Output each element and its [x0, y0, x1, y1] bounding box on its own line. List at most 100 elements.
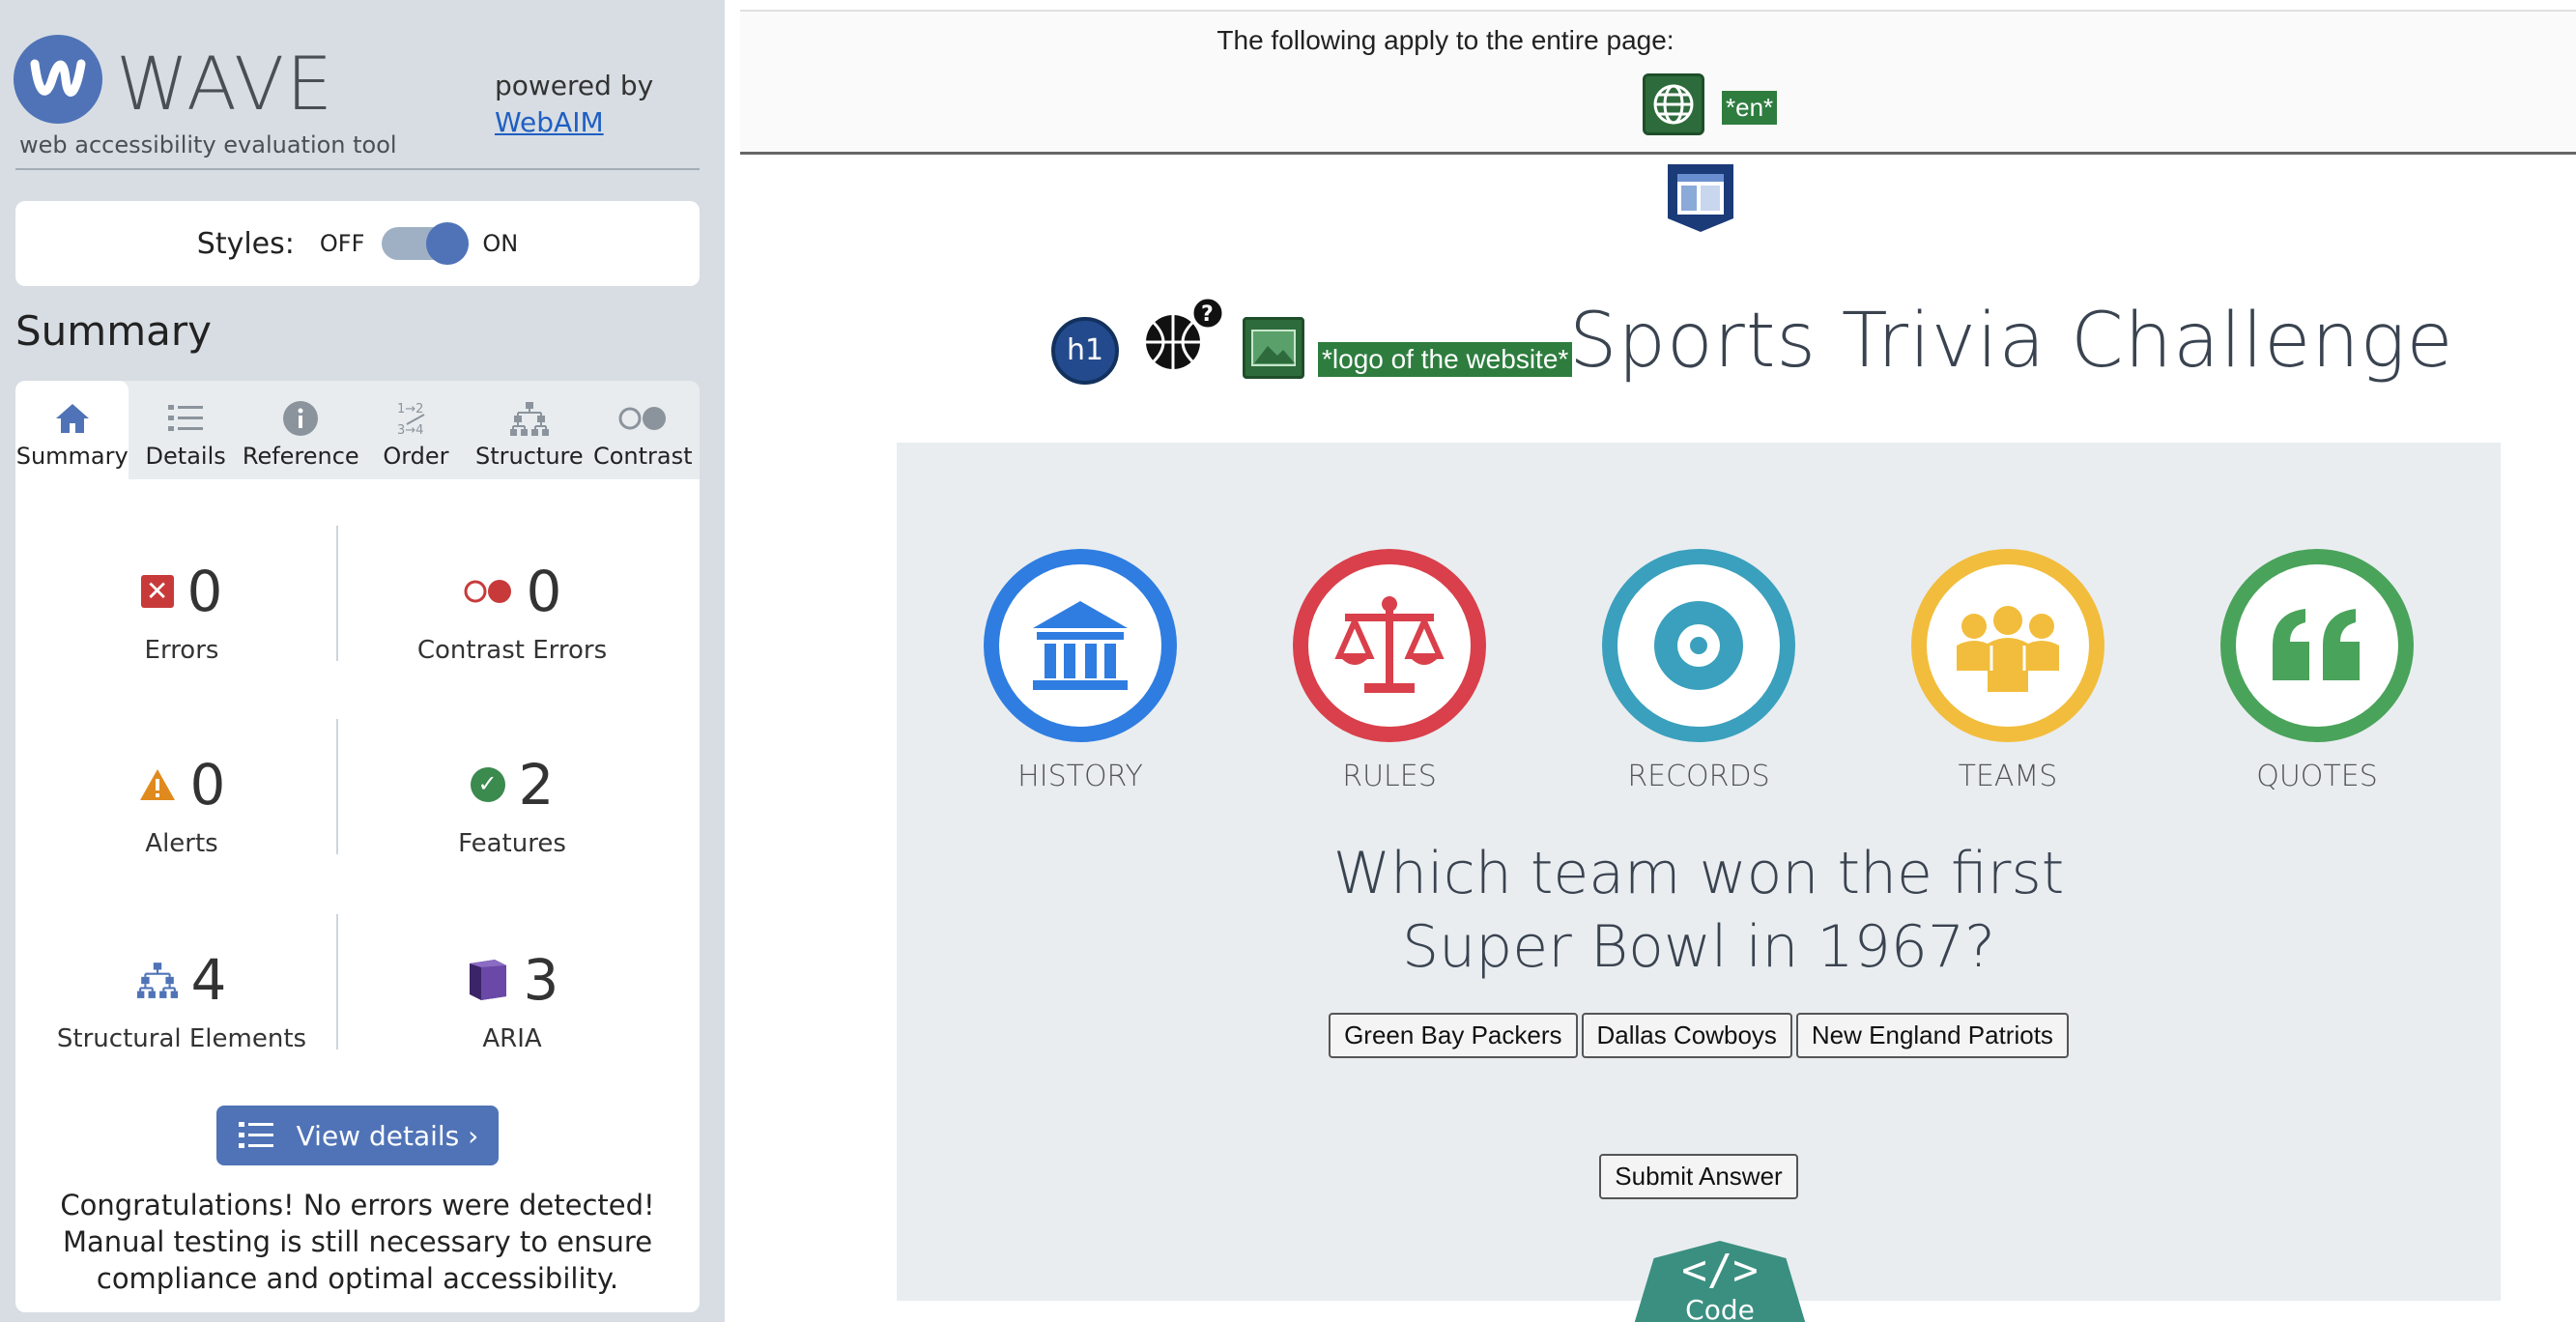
view-details-button[interactable]: View details › — [216, 1106, 499, 1165]
contrast-errors-count: 0 — [526, 559, 562, 624]
divider — [336, 914, 338, 1049]
tab-structure[interactable]: Structure — [472, 381, 586, 479]
submit-row: Submit Answer — [897, 1154, 2501, 1199]
people-icon — [1911, 549, 2104, 742]
divider — [336, 526, 338, 661]
styles-label: Styles: — [196, 226, 295, 261]
category-label: HISTORY — [1017, 760, 1143, 793]
alerts-label: Alerts — [145, 829, 218, 858]
category-label: QUOTES — [2256, 760, 2378, 793]
toggle-off-label: OFF — [319, 230, 365, 257]
category-quotes[interactable]: QUOTES — [2220, 549, 2414, 793]
aria-cube-icon — [469, 960, 506, 1000]
stat-contrast-errors[interactable]: 0 Contrast Errors — [358, 559, 667, 665]
list-icon — [166, 394, 205, 443]
stat-errors[interactable]: ✕ 0 Errors — [27, 559, 336, 665]
tab-details[interactable]: Details — [129, 381, 242, 479]
tab-reference[interactable]: Reference — [243, 381, 359, 479]
panel-tabs: Summary Details Reference 1→2 3→4 Order S… — [15, 381, 700, 479]
structure-icon — [136, 963, 178, 998]
target-icon — [1602, 549, 1795, 742]
tab-label: Reference — [242, 443, 359, 470]
category-label: TEAMS — [1958, 760, 2058, 793]
wave-tagline: web accessibility evaluation tool — [19, 131, 397, 158]
svg-text:?: ? — [1201, 302, 1214, 327]
evaluated-page: The following apply to the entire page: … — [740, 0, 2576, 1322]
summary-heading: Summary — [15, 307, 212, 355]
stat-structural-elements[interactable]: 4 Structural Elements — [27, 947, 336, 1053]
errors-label: Errors — [144, 636, 219, 665]
page-level-annotations: The following apply to the entire page: … — [740, 10, 2576, 155]
error-icon: ✕ — [140, 575, 174, 608]
powered-by-text: powered by — [495, 70, 654, 101]
tab-summary[interactable]: Summary — [15, 381, 129, 479]
tab-label: Structure — [475, 443, 584, 470]
features-count: 2 — [518, 752, 555, 818]
wave-sidebar: WAVE web accessibility evaluation tool p… — [0, 0, 725, 1322]
submit-answer-button[interactable]: Submit Answer — [1599, 1154, 1798, 1199]
page-title: Sports Trivia Challenge — [1569, 298, 2454, 385]
answer-button[interactable]: Dallas Cowboys — [1581, 1013, 1792, 1058]
aria-label: ARIA — [482, 1024, 542, 1053]
category-records[interactable]: RECORDS — [1602, 549, 1795, 793]
toggle-knob[interactable] — [426, 222, 470, 265]
contrast-error-icon — [464, 580, 511, 603]
stat-alerts[interactable]: 0 Alerts — [27, 752, 336, 858]
wave-brand: WAVE — [116, 41, 335, 127]
answer-button[interactable]: New England Patriots — [1795, 1013, 2069, 1058]
webaim-link[interactable]: WebAIM — [495, 106, 604, 138]
question-line: Super Bowl in 1967? — [1402, 913, 1995, 981]
category-label: RULES — [1342, 760, 1437, 793]
errors-count: 0 — [186, 559, 223, 624]
image-icon[interactable] — [1243, 317, 1304, 379]
view-details-label: View details › — [296, 1119, 479, 1152]
toggle-on-label: ON — [482, 230, 519, 257]
contrast-icon — [617, 394, 668, 443]
globe-icon[interactable] — [1643, 73, 1704, 135]
structural-label: Structural Elements — [56, 1024, 307, 1053]
region-landmark-icon[interactable] — [1666, 162, 1735, 234]
trivia-question: Which team won the first Super Bowl in 1… — [897, 837, 2501, 984]
language-tag: *en* — [1722, 91, 1778, 125]
answer-button[interactable]: Green Bay Packers — [1329, 1013, 1578, 1058]
styles-toggle[interactable] — [382, 222, 470, 265]
styles-toggle-box: Styles: OFF ON — [15, 201, 700, 286]
congrats-message: Congratulations! No errors were detected… — [60, 1189, 655, 1295]
tab-contrast[interactable]: Contrast — [587, 381, 700, 479]
h1-heading-icon[interactable]: h1 — [1051, 317, 1119, 385]
answer-options: Green Bay Packers Dallas Cowboys New Eng… — [897, 1013, 2501, 1058]
tab-label: Order — [383, 443, 449, 470]
stat-aria[interactable]: 3 ARIA — [358, 947, 667, 1053]
category-teams[interactable]: TEAMS — [1911, 549, 2104, 793]
tab-label: Summary — [15, 443, 129, 470]
category-rules[interactable]: RULES — [1293, 549, 1486, 793]
page-note: The following apply to the entire page: — [1216, 25, 1674, 55]
order-icon: 1→2 3→4 — [395, 394, 436, 443]
stat-features[interactable]: ✓ 2 Features — [358, 752, 667, 858]
quiz-section: HISTORY RULES RECORDS TEAMS QUOTES Which… — [897, 443, 2501, 1301]
info-icon — [282, 394, 319, 443]
wave-logo-icon — [14, 35, 102, 124]
question-line: Which team won the first — [1332, 840, 2065, 907]
category-history[interactable]: HISTORY — [984, 549, 1177, 793]
quote-icon — [2220, 549, 2414, 742]
bank-icon — [984, 549, 1177, 742]
divider — [15, 168, 700, 170]
feature-check-icon: ✓ — [470, 767, 505, 802]
divider — [336, 719, 338, 854]
alerts-count: 0 — [189, 752, 226, 818]
code-label: Code — [1685, 1294, 1755, 1322]
structure-icon — [509, 394, 549, 443]
logo-alt-text: *logo of the website* — [1318, 342, 1573, 377]
summary-panel: ✕ 0 Errors 0 Contrast Errors 0 Alerts ✓ … — [15, 479, 700, 1312]
contrast-errors-label: Contrast Errors — [416, 636, 608, 665]
tab-label: Contrast — [592, 443, 693, 470]
structural-count: 4 — [190, 947, 227, 1013]
tab-order[interactable]: 1→2 3→4 Order — [359, 381, 472, 479]
svg-text:1→2: 1→2 — [397, 402, 423, 417]
category-label: RECORDS — [1627, 760, 1770, 793]
svg-text:3→4: 3→4 — [397, 423, 423, 438]
home-icon — [54, 394, 91, 443]
basketball-logo-icon: ? — [1144, 296, 1229, 381]
alert-icon — [139, 769, 175, 800]
